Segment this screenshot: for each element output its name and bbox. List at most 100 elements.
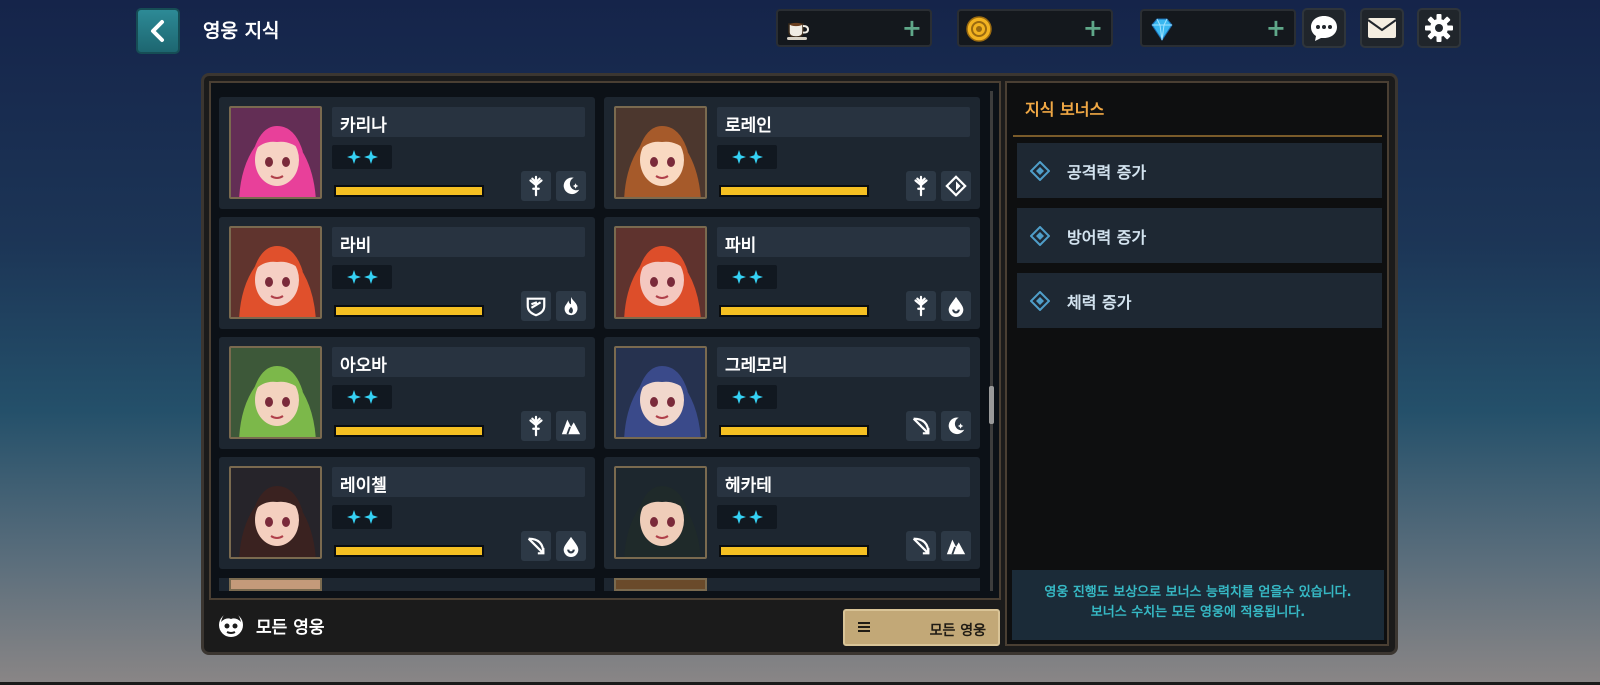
star-icon	[347, 510, 361, 524]
hero-stars	[332, 145, 392, 169]
hero-filter-button[interactable]: 모든 영웅	[843, 609, 1000, 646]
bonus-note: 영웅 진행도 보상으로 보너스 능력치를 얻을수 있습니다. 보너스 수치는 모…	[1012, 570, 1384, 640]
fire-element-icon	[556, 291, 586, 321]
moon-element-icon	[556, 171, 586, 201]
hero-card[interactable]: 카리나	[219, 97, 595, 209]
hero-card[interactable]: 레이첼	[219, 457, 595, 569]
hero-name: 파비	[717, 227, 970, 257]
hero-xp-fill	[721, 547, 867, 555]
scrollbar-thumb[interactable]	[989, 386, 994, 424]
hero-xp-fill	[336, 427, 482, 435]
water-element-icon	[941, 291, 971, 321]
hero-portrait	[614, 466, 707, 559]
hero-card[interactable]: 로레인	[604, 97, 980, 209]
hero-stars	[717, 265, 777, 289]
chat-bubble-icon	[1311, 16, 1337, 41]
hero-portrait	[614, 226, 707, 319]
bonus-title: 지식 보너스	[1025, 100, 1105, 119]
bonus-divider	[1013, 135, 1382, 137]
star-icon	[749, 150, 763, 164]
hero-xp-bar	[334, 545, 484, 557]
add-coffee-button[interactable]: +	[902, 14, 922, 42]
hero-stars	[717, 505, 777, 529]
sword-class-icon	[521, 411, 551, 441]
hero-card[interactable]: 라비	[219, 217, 595, 329]
bonus-item-attack[interactable]: 공격력 증가	[1017, 143, 1382, 198]
gear-icon	[1425, 14, 1453, 42]
back-button[interactable]	[136, 8, 180, 54]
star-icon	[347, 150, 361, 164]
hero-name: 라비	[332, 227, 585, 257]
hero-portrait	[229, 226, 322, 319]
hero-stars	[332, 505, 392, 529]
bonus-note-line-2: 보너스 수치는 모든 영웅에 적용됩니다.	[1090, 605, 1306, 620]
hero-xp-fill	[336, 187, 482, 195]
hero-xp-bar	[719, 425, 869, 437]
hero-card-partial[interactable]	[219, 578, 595, 591]
hero-stars	[717, 385, 777, 409]
diamond-bullet-icon	[1030, 226, 1050, 246]
menu-icon	[858, 622, 870, 632]
hero-card[interactable]: 그레모리	[604, 337, 980, 449]
hero-xp-bar	[719, 185, 869, 197]
portrait-partial	[229, 578, 322, 591]
bow-class-icon	[906, 531, 936, 561]
hero-name: 헤카테	[717, 467, 970, 497]
hero-face-icon	[219, 612, 243, 637]
hero-xp-bar	[334, 425, 484, 437]
chat-button[interactable]	[1302, 8, 1346, 48]
bonus-item-label: 체력 증가	[1067, 293, 1132, 312]
star-icon	[732, 510, 746, 524]
hero-portrait	[229, 106, 322, 199]
scrollbar-track[interactable]	[990, 91, 993, 591]
hero-xp-fill	[336, 307, 482, 315]
diamond-bullet-icon	[1030, 161, 1050, 181]
add-gem-button[interactable]: +	[1266, 14, 1286, 42]
hero-name: 로레인	[717, 107, 970, 137]
mail-button[interactable]	[1360, 8, 1404, 48]
star-icon	[364, 510, 378, 524]
hero-portrait	[229, 346, 322, 439]
hero-name: 카리나	[332, 107, 585, 137]
hero-xp-fill	[336, 547, 482, 555]
star-icon	[347, 270, 361, 284]
hero-card-partial[interactable]	[604, 578, 980, 591]
bow-class-icon	[906, 411, 936, 441]
hero-portrait	[229, 466, 322, 559]
add-gold-button[interactable]: +	[1083, 14, 1103, 42]
bonus-note-line-1: 영웅 진행도 보상으로 보너스 능력치를 얻을수 있습니다.	[1044, 585, 1352, 600]
hero-card[interactable]: 파비	[604, 217, 980, 329]
bonus-item-health[interactable]: 체력 증가	[1017, 273, 1382, 328]
chevron-left-icon	[151, 20, 164, 42]
currency-coffee[interactable]: +	[776, 9, 932, 47]
hero-xp-bar	[719, 545, 869, 557]
star-icon	[749, 390, 763, 404]
star-icon	[732, 150, 746, 164]
portrait-partial	[614, 578, 707, 591]
shield-class-icon	[521, 291, 551, 321]
hero-filter-label: 모든 영웅	[256, 618, 325, 638]
filter-button-label: 모든 영웅	[929, 623, 986, 639]
currency-gold[interactable]: +	[957, 9, 1113, 47]
mail-envelope-icon	[1367, 18, 1397, 38]
bonus-item-defense[interactable]: 방어력 증가	[1017, 208, 1382, 263]
bonus-item-label: 방어력 증가	[1067, 228, 1147, 247]
star-icon	[749, 270, 763, 284]
hero-card[interactable]: 헤카테	[604, 457, 980, 569]
sword-class-icon	[906, 291, 936, 321]
settings-button[interactable]	[1417, 8, 1461, 48]
rune-element-icon	[941, 171, 971, 201]
star-icon	[749, 510, 763, 524]
gold-coin-icon	[966, 16, 992, 42]
star-icon	[347, 390, 361, 404]
earth-element-icon	[556, 411, 586, 441]
hero-stars	[332, 385, 392, 409]
moon-element-icon	[941, 411, 971, 441]
star-icon	[732, 270, 746, 284]
hero-stars	[717, 145, 777, 169]
hero-xp-fill	[721, 187, 867, 195]
star-icon	[364, 150, 378, 164]
hero-card[interactable]: 아오바	[219, 337, 595, 449]
hero-name: 아오바	[332, 347, 585, 377]
currency-gem[interactable]: +	[1140, 9, 1296, 47]
